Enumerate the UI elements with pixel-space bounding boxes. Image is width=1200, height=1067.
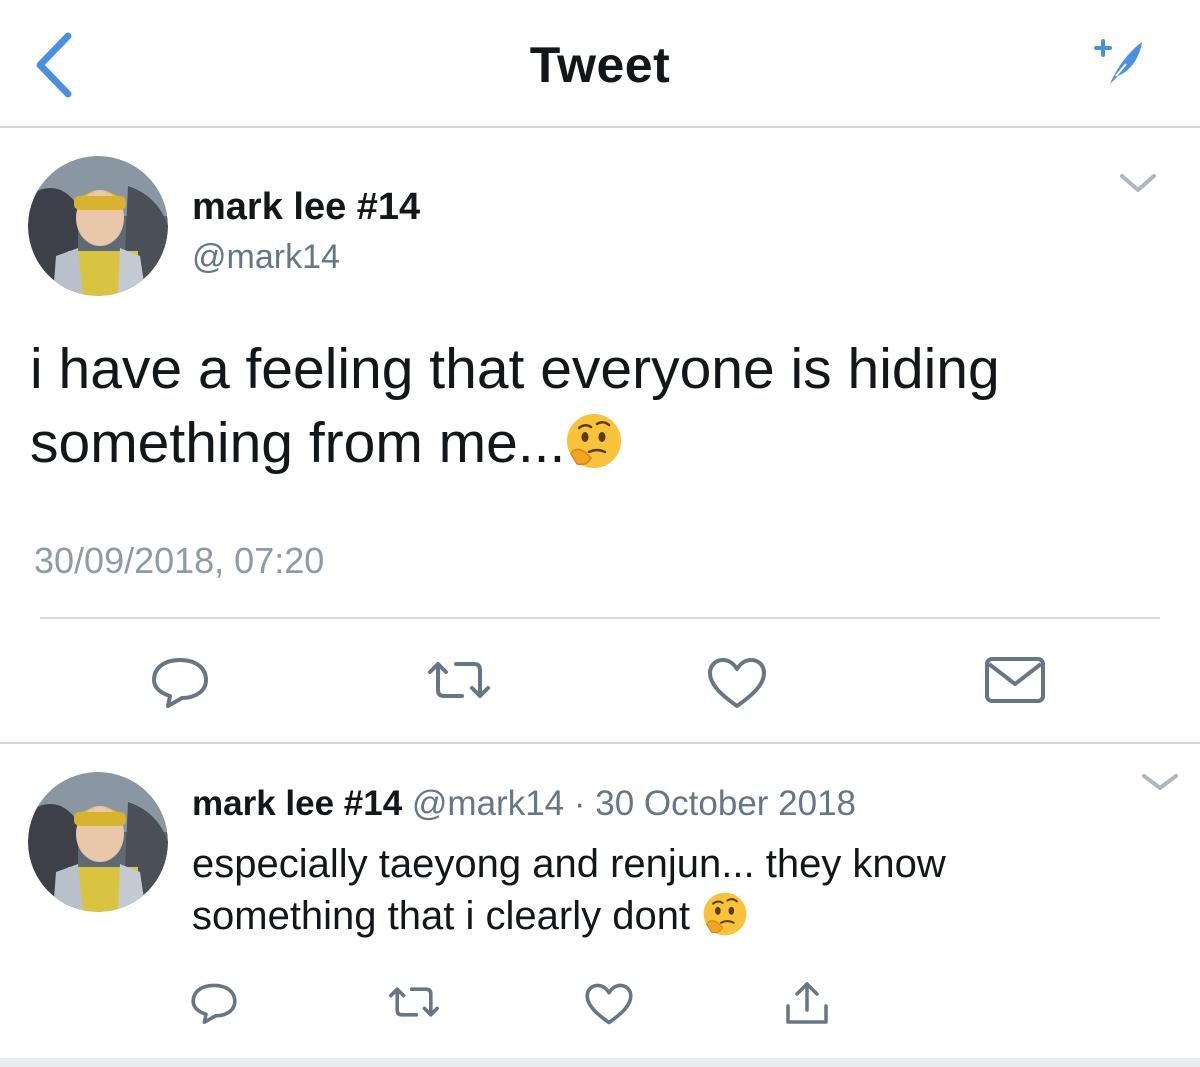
divider: [40, 617, 1160, 619]
reply-options-button[interactable]: [1140, 770, 1180, 801]
tweet-text: i have a feeling that everyone is hiding…: [30, 332, 1150, 480]
tweet-timestamp: 30/09/2018, 07:20: [34, 540, 325, 581]
reply-text-line: something that i clearly dont: [192, 890, 1092, 942]
avatar[interactable]: [28, 156, 168, 296]
avatar-image: [28, 156, 168, 296]
thinking-face-emoji: [702, 891, 748, 937]
compose-tweet-icon: [1094, 39, 1142, 84]
reply-header: mark lee #14 @mark14 · 30 October 2018: [192, 784, 856, 824]
compose-tweet-button[interactable]: [1090, 36, 1148, 90]
separator-dot: ·: [573, 784, 586, 823]
author-handle[interactable]: @mark14: [192, 238, 340, 277]
reply-text: especially taeyong and renjun... they kn…: [192, 838, 1092, 942]
retweet-button[interactable]: [424, 658, 494, 707]
like-icon: [708, 658, 766, 708]
reply-share-button[interactable]: [782, 978, 832, 1033]
chevron-down-icon: [1142, 774, 1178, 790]
avatar-image: [28, 772, 168, 912]
reply-text-line: especially taeyong and renjun... they kn…: [192, 842, 946, 886]
reply-like-button[interactable]: [584, 982, 634, 1031]
section-divider: [0, 742, 1200, 744]
reply-text-content: something that i clearly dont: [192, 894, 691, 938]
chevron-down-icon: [1120, 174, 1156, 192]
thinking-face-emoji: [565, 412, 623, 470]
reply-icon: [152, 658, 208, 708]
reply-author-handle[interactable]: @mark14: [412, 784, 564, 823]
share-icon: [786, 982, 828, 1024]
reply-reply-button[interactable]: [190, 980, 238, 1031]
nav-header: Tweet: [0, 0, 1200, 128]
reply-avatar[interactable]: [28, 772, 168, 912]
retweet-icon: [389, 987, 439, 1017]
reply-date: 30 October 2018: [595, 784, 857, 823]
direct-message-button[interactable]: [984, 656, 1046, 709]
like-icon: [585, 983, 633, 1025]
reply-button[interactable]: [150, 654, 210, 715]
tweet-text-content: i have a feeling that everyone is hiding…: [30, 337, 1000, 475]
reply-author-name[interactable]: mark lee #14: [192, 784, 402, 823]
tweet-options-button[interactable]: [1118, 168, 1158, 203]
retweet-icon: [428, 662, 490, 698]
reply-retweet-button[interactable]: [386, 984, 442, 1025]
reply-icon: [191, 983, 237, 1024]
page-title: Tweet: [529, 37, 671, 93]
author-name[interactable]: mark lee #14: [192, 186, 420, 229]
direct-message-icon: [985, 657, 1045, 703]
like-button[interactable]: [706, 656, 768, 715]
bottom-divider: [0, 1058, 1200, 1067]
